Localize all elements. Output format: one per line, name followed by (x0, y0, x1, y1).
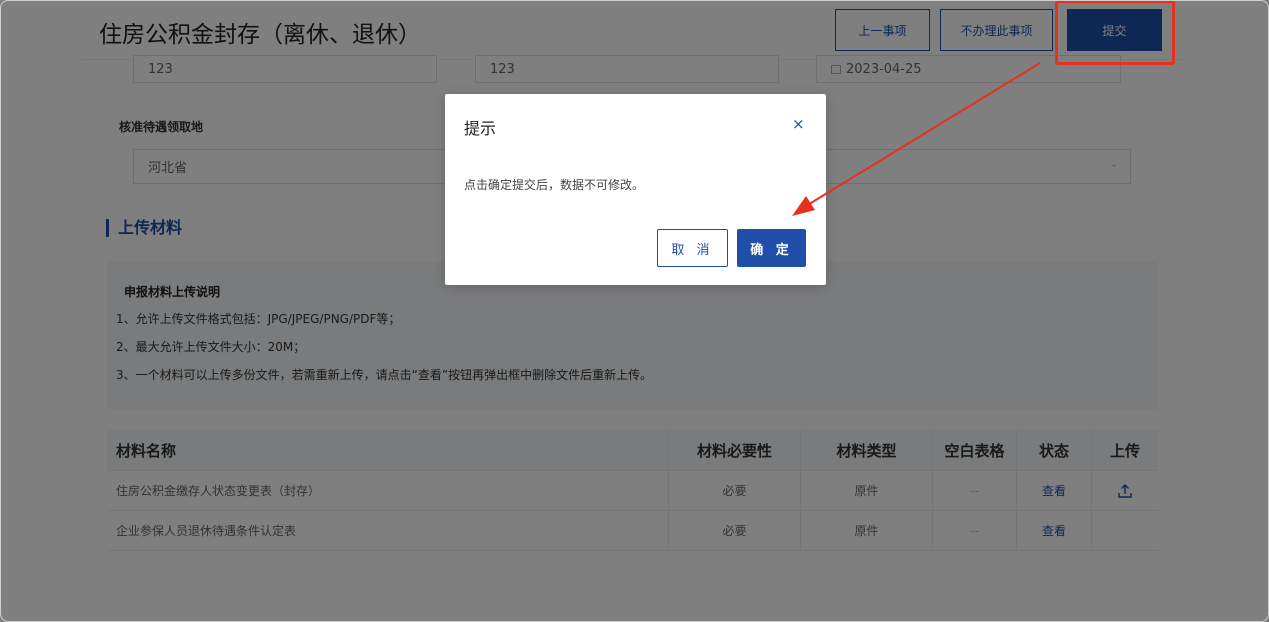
confirm-button[interactable]: 确 定 (737, 229, 806, 267)
confirm-dialog: 提示 × 点击确定提交后，数据不可修改。 取 消 确 定 (445, 94, 826, 285)
dialog-message: 点击确定提交后，数据不可修改。 (464, 178, 645, 192)
dialog-title: 提示 (464, 119, 497, 138)
annotation-highlight-box (1055, 0, 1175, 65)
close-icon[interactable]: × (792, 115, 805, 133)
cancel-button[interactable]: 取 消 (657, 229, 728, 267)
